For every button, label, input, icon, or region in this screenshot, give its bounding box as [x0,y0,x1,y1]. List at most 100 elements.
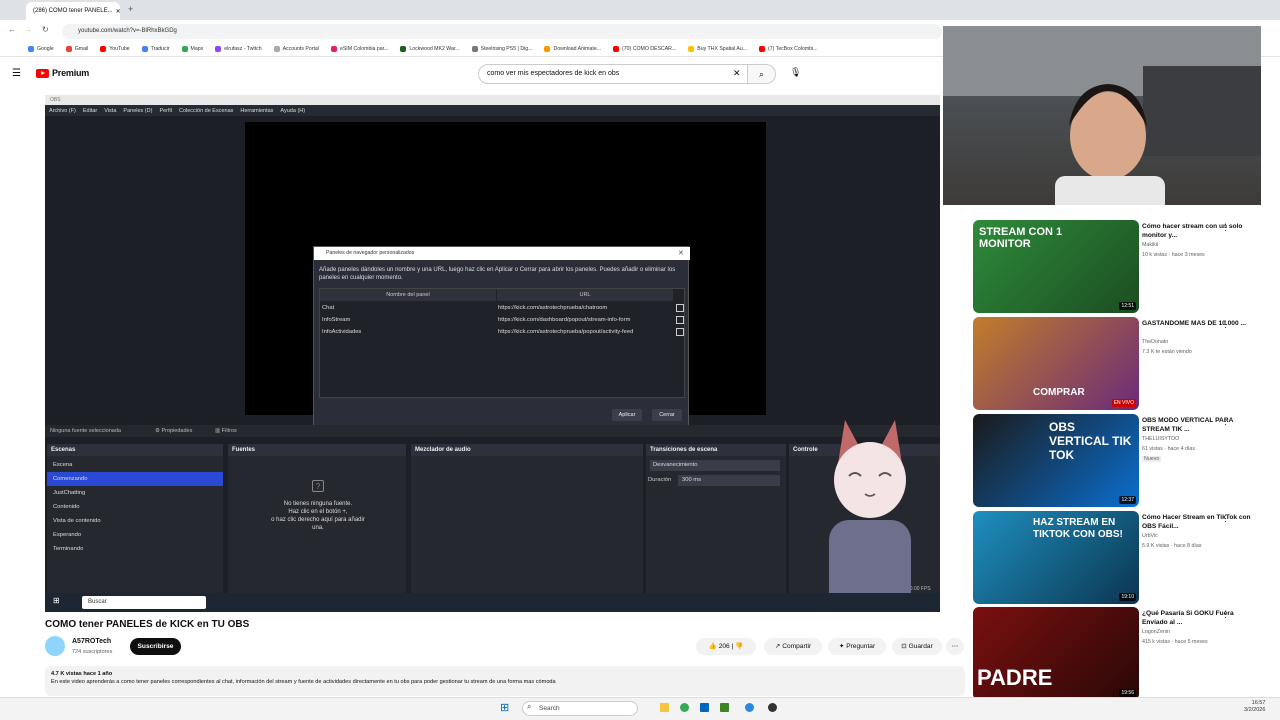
recommended-video[interactable]: OBS VERTICAL TIK TOK 12:37 OBS MODO VERT… [973,414,1273,507]
channel-name[interactable]: LogonZenin [1142,629,1170,635]
video-thumbnail[interactable]: COMPRAR EN VIVO [973,317,1139,410]
delete-icon[interactable] [676,316,684,324]
bookmark-item[interactable]: Lockwood MK2 War... [400,46,460,52]
reload-icon[interactable]: ↻ [42,25,49,34]
like-button[interactable]: 👍 206 | 👎 [696,638,756,655]
scene-item[interactable]: Escena [47,458,223,472]
bookmark-item[interactable]: Download Animate... [544,46,601,52]
video-thumbnail[interactable]: PADRE 19:56 [973,607,1139,700]
windows-start-icon[interactable]: ⊞ [53,596,60,605]
scene-item[interactable]: Vista de contenido [47,514,223,528]
microphone-icon[interactable]: 🎙 [790,67,801,78]
search-input[interactable]: como ver mis espectadores de kick en obs [478,64,748,84]
file-explorer-icon[interactable] [660,703,669,712]
search-button[interactable]: ⌕ [748,64,776,84]
new-tab-icon[interactable]: + [128,4,133,14]
youtube-logo[interactable]: Premium [36,68,89,78]
minecraft-icon[interactable] [720,703,729,712]
video-thumbnail[interactable]: OBS VERTICAL TIK TOK 12:37 [973,414,1139,507]
menu-icon[interactable]: ☰ [12,68,21,79]
obs-menu-item[interactable]: Herramientas [240,108,273,114]
duration-field[interactable]: 300 ms [678,475,780,486]
table-row[interactable]: InfoStream https://kick.com/dashboard/po… [320,314,686,326]
bookmark-item[interactable]: Buy THX Spatial Au... [688,46,747,52]
obs-menu-item[interactable]: Archivo (F) [49,108,76,114]
more-options-icon[interactable]: ⋮ [1221,416,1230,427]
panel-url[interactable]: https://kick.com/astrotechprueba/chatroo… [498,302,607,314]
back-icon[interactable]: ← [8,25,16,34]
obs-menu-item[interactable]: Perfil [159,108,172,114]
obs-menu-item[interactable]: Colección de Escenas [179,108,233,114]
close-button[interactable]: Cerrar [652,409,682,421]
dialog-close-icon[interactable]: ✕ [678,249,684,257]
table-row[interactable]: InfoActividades https://kick.com/astrote… [320,326,686,338]
video-thumbnail[interactable]: HAZ STREAM EN TIKTOK CON OBS! 19:10 [973,511,1139,604]
scene-item[interactable]: JustChatting [47,486,223,500]
apply-button[interactable]: Aplicar [612,409,642,421]
transition-select[interactable]: Desvanecimiento [650,460,780,471]
taskbar-search[interactable]: Buscar [82,596,206,609]
panel-name[interactable]: InfoActividades [322,326,361,338]
clear-search-icon[interactable]: ✕ [733,68,741,79]
thumbs-down-icon[interactable]: 👎 [735,643,743,650]
share-button[interactable]: ↗ Compartir [764,638,822,655]
delete-icon[interactable] [676,328,684,336]
delete-icon[interactable] [676,304,684,312]
bookmark-item[interactable]: Google [28,46,54,52]
scene-item-selected[interactable]: Comenzando [47,472,223,486]
properties-button[interactable]: ⚙ Propiedades [155,425,192,437]
recommended-video[interactable]: STREAM CON 1 MONITOR 12:51 Cómo hacer st… [973,220,1273,313]
recommended-video[interactable]: HAZ STREAM EN TIKTOK CON OBS! 19:10 Cómo… [973,511,1273,604]
filters-button[interactable]: ▥ Filtros [215,425,237,437]
browser-tab[interactable]: (286) COMO tener PANELE... ✕ [26,2,120,20]
obs-menu-item[interactable]: Vista [104,108,116,114]
forward-icon[interactable]: → [24,25,32,34]
panel-name[interactable]: InfoStream [322,314,350,326]
obs-menu-item[interactable]: Paneles (D) [123,108,152,114]
system-clock[interactable]: 16:57 3/2/2026 [1244,700,1265,714]
scene-item[interactable]: Terminando [47,542,223,556]
scene-item[interactable]: Esperando [47,528,223,542]
bookmark-item[interactable]: YouTube [100,46,130,52]
bookmark-item[interactable]: (7) TecBox Colombi... [759,46,818,52]
bookmark-item[interactable]: Maps [181,46,203,52]
save-button[interactable]: ⊡ Guardar [892,638,942,655]
edge-icon[interactable] [745,703,754,712]
obs-icon[interactable] [768,703,777,712]
panel-url[interactable]: https://kick.com/dashboard/popout/stream… [498,314,630,326]
more-options-icon[interactable]: ⋮ [1221,222,1230,233]
bookmark-item[interactable]: Gmail [65,46,88,52]
ask-button[interactable]: ✦ Preguntar [828,638,886,655]
video-title[interactable]: Cómo Hacer Stream en TikTok con OBS Fáci… [1142,513,1252,531]
channel-name[interactable]: Makikii [1142,242,1158,248]
more-options-icon[interactable]: ⋮ [1221,609,1230,620]
close-tab-icon[interactable]: ✕ [116,8,120,15]
windows-search[interactable]: Search [522,701,638,716]
more-options-icon[interactable]: ⋮ [1221,319,1230,330]
video-title[interactable]: OBS MODO VERTICAL PARA STREAM TIK ... [1142,416,1252,434]
obs-menu-item[interactable]: Editar [83,108,97,114]
panel-name[interactable]: Chat [322,302,334,314]
url-field[interactable]: youtube.com/watch?v=-BlRhxBkGDg [62,24,942,39]
bookmark-item[interactable]: Accounts Portal [273,46,319,52]
video-title[interactable]: ¿Qué Pasaría Si GOKU Fuera Enviado al ..… [1142,609,1252,627]
store-icon[interactable] [700,703,709,712]
recommended-video[interactable]: PADRE 19:56 ¿Qué Pasaría Si GOKU Fuera E… [973,607,1273,700]
channel-avatar[interactable] [45,636,65,656]
bookmark-item[interactable]: eSIM Colombia par... [330,46,388,52]
description-box[interactable]: 4.7 K vistas hace 1 año En este video ap… [45,666,965,696]
chrome-icon[interactable] [680,703,689,712]
channel-name[interactable]: UrbVic [1142,533,1158,539]
bookmark-item[interactable]: elrufasz - Twitch [215,46,262,52]
bookmark-item[interactable]: Steelrising PS5 | Dig... [471,46,532,52]
more-options-icon[interactable]: ⋮ [1221,513,1230,524]
panel-url[interactable]: https://kick.com/astrotechprueba/popout/… [498,326,633,338]
scene-item[interactable]: Contenido [47,500,223,514]
video-title[interactable]: Cómo hacer stream con un solo monitor y.… [1142,222,1252,240]
more-actions-icon[interactable]: ⋯ [946,638,964,655]
channel-name[interactable]: A57ROTech [72,638,111,645]
windows-start-icon[interactable]: ⊞ [500,701,509,714]
channel-name[interactable]: TheDonato [1142,339,1168,345]
obs-menu-item[interactable]: Ayuda (H) [280,108,305,114]
video-player[interactable]: OBS Archivo (F) Editar Vista Paneles (D)… [45,95,940,612]
